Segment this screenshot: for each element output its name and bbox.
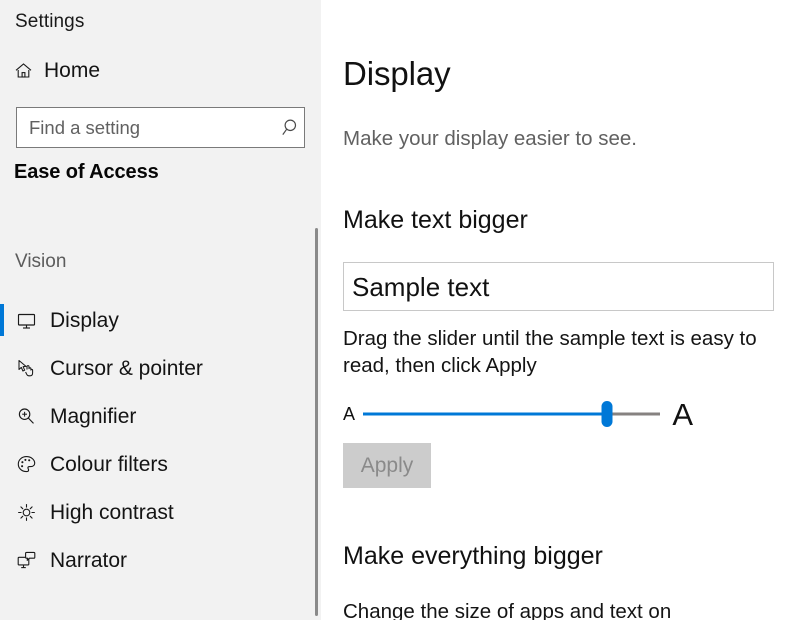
magnifier-icon: [14, 404, 38, 428]
sidebar-nav: Display Cursor & pointer Magnifier Colou…: [0, 296, 315, 584]
search-button[interactable]: [278, 108, 304, 147]
sidebar-item-high-contrast-label: High contrast: [50, 500, 174, 524]
selection-indicator: [0, 304, 4, 336]
settings-window: Settings Home E: [0, 0, 801, 620]
sidebar-item-colour-filters-label: Colour filters: [50, 452, 168, 476]
search-box[interactable]: [16, 107, 305, 148]
sidebar-item-home[interactable]: Home: [14, 54, 100, 86]
home-icon: [14, 61, 33, 80]
sample-text-preview: Sample text: [343, 262, 774, 311]
sidebar: Settings Home E: [0, 0, 321, 620]
main-content: Display Make your display easier to see.…: [321, 0, 801, 620]
narrator-icon: [14, 548, 38, 572]
sample-text-value: Sample text: [352, 271, 490, 302]
section-heading-make-text-bigger: Make text bigger: [343, 206, 528, 234]
monitor-icon: [14, 308, 38, 332]
palette-icon: [14, 452, 38, 476]
slider-max-label: A: [672, 396, 693, 432]
sidebar-item-display-label: Display: [50, 308, 119, 332]
category-title: Ease of Access: [14, 161, 159, 183]
sidebar-item-home-label: Home: [44, 58, 101, 82]
sidebar-item-narrator[interactable]: Narrator: [0, 536, 315, 584]
slider-min-label: A: [343, 404, 356, 424]
sidebar-scrollbar[interactable]: [315, 228, 318, 616]
slider-track-area[interactable]: [363, 396, 661, 432]
search-input[interactable]: [17, 108, 278, 147]
sidebar-item-display[interactable]: Display: [0, 296, 315, 344]
slider-thumb[interactable]: [601, 401, 613, 427]
sidebar-group-heading-vision: Vision: [15, 251, 67, 272]
sidebar-item-cursor-pointer[interactable]: Cursor & pointer: [0, 344, 315, 392]
sidebar-item-magnifier[interactable]: Magnifier: [0, 392, 315, 440]
sidebar-item-magnifier-label: Magnifier: [50, 404, 137, 428]
apply-button[interactable]: Apply: [343, 443, 431, 488]
sidebar-item-narrator-label: Narrator: [50, 548, 128, 572]
cursor-icon: [14, 356, 38, 380]
page-title: Display: [343, 55, 451, 92]
page-subtitle: Make your display easier to see.: [343, 127, 637, 150]
section-heading-make-everything-bigger: Make everything bigger: [343, 542, 603, 570]
slider-fill: [363, 412, 607, 416]
sidebar-item-cursor-pointer-label: Cursor & pointer: [50, 356, 203, 380]
sidebar-item-colour-filters[interactable]: Colour filters: [0, 440, 315, 488]
search-icon: [281, 117, 302, 138]
text-size-slider[interactable]: A A: [343, 396, 693, 432]
brightness-icon: [14, 500, 38, 524]
sidebar-item-high-contrast[interactable]: High contrast: [0, 488, 315, 536]
make-everything-bigger-description: Change the size of apps and text on: [343, 600, 672, 620]
app-title: Settings: [15, 11, 85, 32]
slider-hint-text: Drag the slider until the sample text is…: [343, 327, 757, 377]
